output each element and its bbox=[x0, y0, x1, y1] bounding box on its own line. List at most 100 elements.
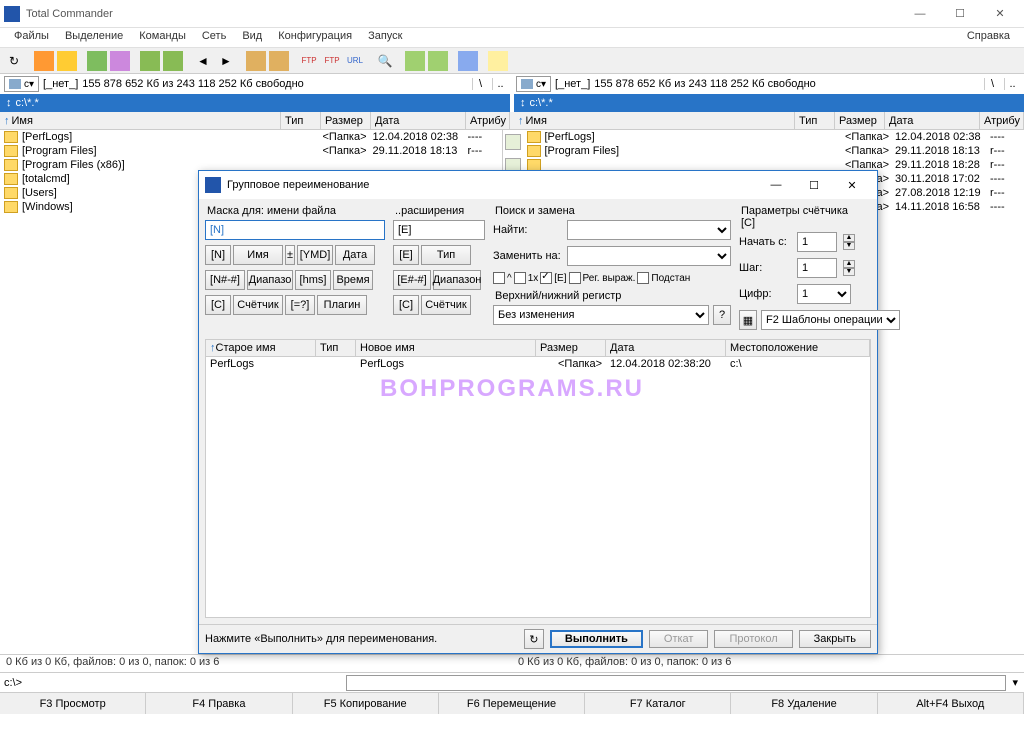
start-input[interactable] bbox=[797, 232, 837, 252]
minimize-button[interactable]: — bbox=[900, 1, 940, 27]
mask-name-input[interactable] bbox=[205, 220, 385, 240]
mask-ext-input[interactable] bbox=[393, 220, 485, 240]
forward-icon[interactable]: ► bbox=[216, 51, 236, 71]
pack-icon[interactable] bbox=[246, 51, 266, 71]
spin-down[interactable]: ▼ bbox=[843, 268, 855, 276]
help-button[interactable]: ? bbox=[713, 305, 731, 325]
spin-up[interactable]: ▲ bbox=[843, 260, 855, 268]
fn-f5[interactable]: F5 Копирование bbox=[293, 693, 439, 714]
step-input[interactable] bbox=[797, 258, 837, 278]
copy-icon[interactable] bbox=[458, 51, 478, 71]
btn-range2[interactable]: Диапазон bbox=[433, 270, 481, 290]
spin-down[interactable]: ▼ bbox=[843, 242, 855, 250]
btn-time[interactable]: Время bbox=[333, 270, 373, 290]
menu-start[interactable]: Запуск bbox=[360, 28, 410, 47]
chk-1x[interactable] bbox=[514, 272, 526, 284]
url-icon[interactable]: URL bbox=[345, 51, 365, 71]
fn-f7[interactable]: F7 Каталог bbox=[585, 693, 731, 714]
btn-eq[interactable]: [=?] bbox=[285, 295, 315, 315]
parent-button[interactable]: .. bbox=[1004, 78, 1020, 90]
col-type[interactable]: Тип bbox=[281, 112, 321, 129]
btn-name[interactable]: Имя bbox=[233, 245, 283, 265]
find-input[interactable] bbox=[567, 220, 731, 240]
dialog-minimize[interactable]: — bbox=[757, 174, 795, 196]
parent-button[interactable]: .. bbox=[492, 78, 508, 90]
sync-icon[interactable] bbox=[428, 51, 448, 71]
tool-icon[interactable] bbox=[163, 51, 183, 71]
file-row[interactable]: [Program Files]<Папка>29.11.2018 18:13r-… bbox=[0, 144, 502, 158]
btn-YMD[interactable]: [YMD] bbox=[297, 245, 333, 265]
unpack-icon[interactable] bbox=[269, 51, 289, 71]
col-attr[interactable]: Атрибу bbox=[980, 112, 1024, 129]
menu-net[interactable]: Сеть bbox=[194, 28, 234, 47]
col-type[interactable]: Тип bbox=[795, 112, 835, 129]
btn-date[interactable]: Дата bbox=[335, 245, 375, 265]
btn-Nrange[interactable]: [N#-#] bbox=[205, 270, 245, 290]
notepad-icon[interactable] bbox=[488, 51, 508, 71]
back-icon[interactable]: ◄ bbox=[193, 51, 213, 71]
reload-button[interactable]: ↻ bbox=[524, 629, 544, 649]
btn-plus[interactable]: ± bbox=[285, 245, 295, 265]
chk-caret[interactable] bbox=[493, 272, 505, 284]
template-select[interactable]: F2 Шаблоны операции bbox=[761, 310, 900, 330]
fn-f8[interactable]: F8 Удаление bbox=[731, 693, 877, 714]
menu-files[interactable]: Файлы bbox=[6, 28, 57, 47]
lcol-old[interactable]: ↑Старое имя bbox=[206, 340, 316, 356]
menu-select[interactable]: Выделение bbox=[57, 28, 131, 47]
dialog-close[interactable]: ✕ bbox=[833, 174, 871, 196]
menu-commands[interactable]: Команды bbox=[131, 28, 194, 47]
drive-select-right[interactable]: c ▾ bbox=[516, 76, 551, 92]
lcol-loc[interactable]: Местоположение bbox=[726, 340, 870, 356]
tool-icon[interactable] bbox=[110, 51, 130, 71]
digits-select[interactable]: 1 bbox=[797, 284, 851, 304]
lcol-type[interactable]: Тип bbox=[316, 340, 356, 356]
btn-Erange[interactable]: [E#-#] bbox=[393, 270, 431, 290]
btn-type[interactable]: Тип bbox=[421, 245, 471, 265]
root-button[interactable]: \ bbox=[984, 78, 1000, 90]
col-size[interactable]: Размер bbox=[835, 112, 885, 129]
tool-icon[interactable] bbox=[57, 51, 77, 71]
spin-up[interactable]: ▲ bbox=[843, 234, 855, 242]
col-attr[interactable]: Атрибу bbox=[466, 112, 510, 129]
tool-icon[interactable] bbox=[87, 51, 107, 71]
tool-icon[interactable] bbox=[34, 51, 54, 71]
menu-config[interactable]: Конфигурация bbox=[270, 28, 360, 47]
menu-help[interactable]: Справка bbox=[959, 28, 1018, 47]
btn-N[interactable]: [N] bbox=[205, 245, 231, 265]
file-row[interactable]: [PerfLogs]<Папка>12.04.2018 02:38---- bbox=[0, 130, 502, 144]
ftp-icon[interactable]: FTP bbox=[299, 51, 319, 71]
list-body[interactable]: PerfLogs PerfLogs <Папка> 12.04.2018 02:… bbox=[205, 357, 871, 618]
col-name[interactable]: ↑Имя bbox=[0, 112, 281, 129]
drive-select-left[interactable]: c ▾ bbox=[4, 76, 39, 92]
undo-button[interactable]: Откат bbox=[649, 630, 709, 648]
file-row[interactable]: [PerfLogs]<Папка>12.04.2018 02:38---- bbox=[523, 130, 1024, 144]
protocol-button[interactable]: Протокол bbox=[714, 630, 792, 648]
path-left[interactable]: ↕c:\*.* bbox=[0, 94, 510, 112]
chk-regex[interactable] bbox=[569, 272, 581, 284]
btn-E[interactable]: [E] bbox=[393, 245, 419, 265]
rename-icon[interactable] bbox=[405, 51, 425, 71]
fn-f3[interactable]: F3 Просмотр bbox=[0, 693, 146, 714]
col-date[interactable]: Дата bbox=[885, 112, 980, 129]
root-button[interactable]: \ bbox=[472, 78, 488, 90]
tool-icon[interactable] bbox=[140, 51, 160, 71]
execute-button[interactable]: Выполнить bbox=[550, 630, 643, 648]
col-size[interactable]: Размер bbox=[321, 112, 371, 129]
close-button[interactable]: Закрыть bbox=[799, 630, 871, 648]
replace-input[interactable] bbox=[567, 246, 731, 266]
btn-range[interactable]: Диапазо bbox=[247, 270, 293, 290]
chk-E[interactable] bbox=[540, 272, 552, 284]
fn-f6[interactable]: F6 Перемещение bbox=[439, 693, 585, 714]
menu-view[interactable]: Вид bbox=[234, 28, 270, 47]
list-row[interactable]: PerfLogs PerfLogs <Папка> 12.04.2018 02:… bbox=[206, 357, 870, 371]
template-menu-icon[interactable]: ▦ bbox=[739, 310, 757, 330]
fn-f4[interactable]: F4 Правка bbox=[146, 693, 292, 714]
case-select[interactable]: Без изменения bbox=[493, 305, 709, 325]
lcol-date[interactable]: Дата bbox=[606, 340, 726, 356]
mid-icon[interactable] bbox=[505, 134, 521, 150]
ftp-icon[interactable]: FTP bbox=[322, 51, 342, 71]
btn-hms[interactable]: [hms] bbox=[295, 270, 331, 290]
close-button[interactable]: ✕ bbox=[980, 1, 1020, 27]
cmd-input[interactable] bbox=[346, 675, 1006, 691]
path-right[interactable]: ↕c:\*.* bbox=[514, 94, 1024, 112]
